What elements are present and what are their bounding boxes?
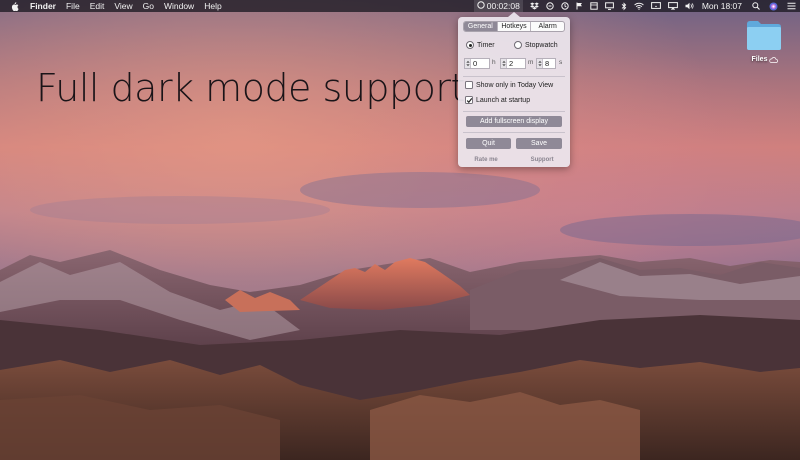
menu-view[interactable]: View [114, 0, 132, 12]
seconds-value: 8 [545, 59, 550, 68]
seconds-unit: s [559, 59, 563, 66]
timer-radio-label: Timer [477, 41, 495, 49]
hours-stepper[interactable] [465, 59, 471, 68]
settings-tabs: General Hotkeys Alarm [463, 21, 565, 32]
launch-startup-label: Launch at startup [476, 96, 531, 104]
dropbox-icon[interactable] [530, 0, 539, 12]
volume-icon[interactable] [685, 0, 694, 12]
minutes-field[interactable]: 2 [500, 58, 526, 69]
siri-icon[interactable] [769, 0, 778, 12]
menu-file[interactable]: File [66, 0, 80, 12]
hours-unit: h [492, 59, 496, 66]
support-link[interactable]: Support [531, 157, 554, 163]
timer-radio-button[interactable] [466, 41, 474, 49]
launch-startup-option[interactable]: Launch at startup [465, 96, 530, 104]
folder-label[interactable]: Files [740, 56, 790, 63]
cloud-icon [769, 56, 779, 63]
launch-startup-checkbox[interactable] [465, 96, 473, 104]
folder-icon[interactable] [744, 18, 784, 54]
list-icon[interactable] [787, 0, 796, 12]
stopwatch-radio-label: Stopwatch [525, 41, 558, 49]
save-button[interactable]: Save [516, 138, 562, 149]
divider [463, 132, 565, 133]
timer-radio[interactable]: Timer [466, 41, 495, 49]
hours-field[interactable]: 0 [464, 58, 490, 69]
popover-arrow [508, 12, 520, 17]
stopwatch-radio[interactable]: Stopwatch [514, 41, 558, 49]
menu-bar: Finder File Edit View Go Window Help 00:… [0, 0, 800, 12]
popover-footer: Rate me Support [458, 157, 570, 163]
apple-menu-icon[interactable] [8, 1, 22, 11]
stopwatch-radio-button[interactable] [514, 41, 522, 49]
box-icon[interactable] [590, 0, 598, 12]
wifi-icon[interactable] [634, 0, 644, 12]
tab-general[interactable]: General [464, 22, 498, 31]
divider [463, 111, 565, 112]
timer-readout: 00:02:08 [486, 1, 520, 11]
show-only-today-option[interactable]: Show only in Today View [465, 81, 553, 89]
tab-hotkeys[interactable]: Hotkeys [498, 22, 532, 31]
screen-icon[interactable] [604, 0, 614, 12]
headline-text: Full dark mode support [36, 66, 465, 110]
flag-icon[interactable] [576, 0, 583, 12]
menu-edit[interactable]: Edit [90, 0, 105, 12]
timer-status-item[interactable]: 00:02:08 [473, 0, 523, 12]
show-only-today-label: Show only in Today View [476, 81, 554, 89]
show-only-today-checkbox[interactable] [465, 81, 473, 89]
minutes-stepper[interactable] [501, 59, 507, 68]
checkmark-icon [466, 98, 473, 104]
rate-me-link[interactable]: Rate me [474, 157, 497, 163]
bluetooth-icon[interactable] [621, 0, 627, 12]
minutes-unit: m [528, 59, 534, 66]
tab-alarm[interactable]: Alarm [531, 22, 564, 31]
sync-icon[interactable] [546, 0, 554, 12]
hours-value: 0 [473, 59, 478, 68]
clock-icon[interactable] [561, 0, 569, 12]
minutes-value: 2 [509, 59, 514, 68]
seconds-stepper[interactable] [537, 59, 543, 68]
duration-fields: 0 h 2 m 8 s [464, 58, 566, 70]
menu-help[interactable]: Help [204, 0, 221, 12]
timer-popover: General Hotkeys Alarm Timer Stopwatch 0 … [458, 12, 570, 167]
folder-label-text: Files [751, 56, 768, 63]
app-menu-finder[interactable]: Finder [30, 0, 56, 12]
search-icon[interactable] [752, 0, 760, 12]
seconds-field[interactable]: 8 [536, 58, 556, 69]
menu-go[interactable]: Go [143, 0, 154, 12]
divider [463, 76, 565, 77]
add-fullscreen-display-button[interactable]: Add fullscreen display [466, 116, 562, 127]
airplay-icon[interactable] [667, 0, 678, 12]
quit-button[interactable]: Quit [466, 138, 511, 149]
timer-icon [477, 0, 485, 12]
menu-clock[interactable]: Mon 18:07 [702, 0, 742, 12]
menu-window[interactable]: Window [164, 0, 194, 12]
display-icon[interactable] [650, 0, 661, 12]
